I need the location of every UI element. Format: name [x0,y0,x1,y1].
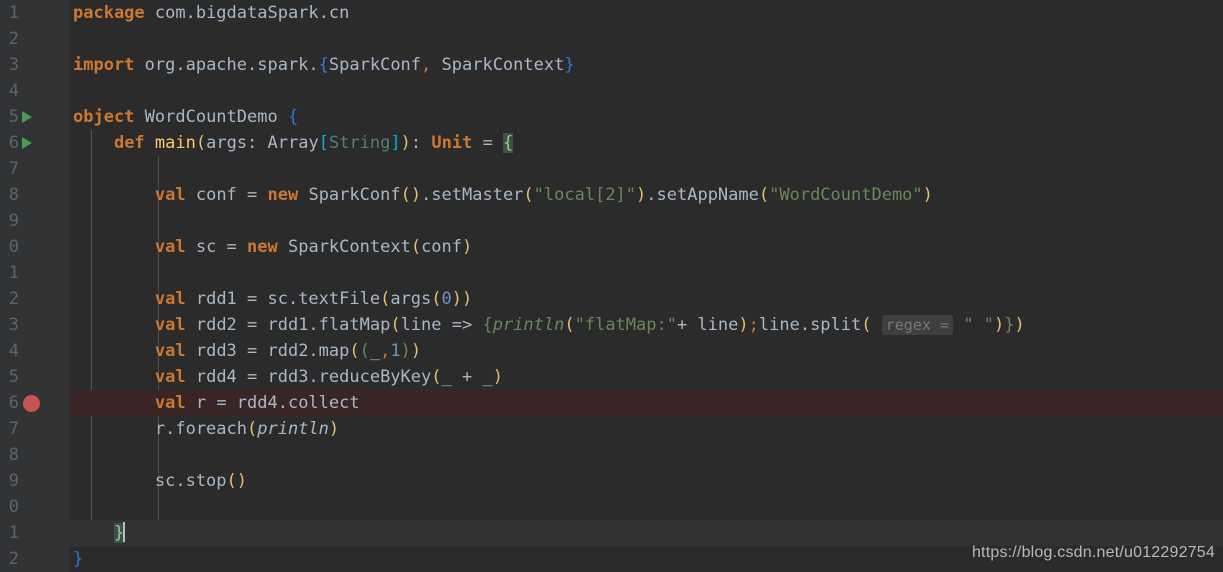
run-arrow-icon[interactable] [22,137,32,149]
line-number: 0 [8,237,19,257]
line-number: 2 [8,29,19,49]
line-number: 7 [8,159,19,179]
code-line[interactable]: val rdd2 = rdd1.flatMap(line => {println… [69,312,1223,338]
code-line[interactable] [69,78,1223,104]
method-name-main: main [154,133,196,153]
line-number: 1 [8,263,19,283]
code-line-breakpoint[interactable]: val r = rdd4.collect [69,390,1223,416]
gutter-row: 5 [0,364,47,390]
gutter-row: 1 [0,260,47,286]
code-line[interactable]: val sc = new SparkContext(conf) [69,234,1223,260]
gutter-row: 1 [0,0,47,26]
line-number: 1 [8,3,19,23]
code-line[interactable]: val rdd3 = rdd2.map((_,1)) [69,338,1223,364]
gutter-row: 0 [0,494,47,520]
matching-brace-highlight: { [503,133,514,153]
line-number: 5 [8,107,19,127]
line-number: 5 [8,367,19,387]
code-line[interactable] [69,26,1223,52]
code-line[interactable]: object WordCountDemo { [69,104,1223,130]
code-line[interactable] [69,494,1223,520]
object-name: WordCountDemo [134,107,288,127]
gutter-row: 6 [0,390,47,416]
keyword-def: def [113,133,145,153]
code-line[interactable] [69,208,1223,234]
line-number: 2 [8,549,19,569]
breakpoint-icon[interactable] [23,395,40,412]
code-line[interactable]: val conf = new SparkConf().setMaster("lo… [69,182,1223,208]
keyword-import: import [73,55,135,75]
gutter-row: 8 [0,442,47,468]
gutter-row: 3 [0,52,47,78]
line-number: 8 [8,445,19,465]
code-line[interactable]: sc.stop() [69,468,1223,494]
gutter-row: 8 [0,182,47,208]
code-line[interactable]: val rdd1 = sc.textFile(args(0)) [69,286,1223,312]
code-line[interactable]: val rdd4 = rdd3.reduceByKey(_ + _) [69,364,1223,390]
gutter-row: 5 [0,104,47,130]
gutter-row: 6 [0,130,47,156]
gutter-row: 9 [0,208,47,234]
gutter-row: 3 [0,312,47,338]
code-line[interactable] [69,442,1223,468]
code-text-area[interactable]: package com.bigdataSpark.cn import org.a… [69,0,1223,572]
gutter-row: 4 [0,338,47,364]
string-literal: "flatMap:" [574,315,677,335]
text-caret [123,522,126,542]
line-number: 4 [8,341,19,361]
string-literal: "WordCountDemo" [769,185,923,205]
gutter-row: 1 [0,520,47,546]
gutter-row: 7 [0,156,47,182]
line-number: 7 [8,419,19,439]
function-println: println [257,419,329,439]
code-line[interactable]: def main(args: Array[String]): Unit = { [69,130,1223,156]
line-number: 8 [8,185,19,205]
line-number: 6 [8,393,19,413]
code-editor-window: 1 2 3 4 5 6 7 8 9 0 1 2 3 4 5 6 7 8 9 0 … [0,0,1223,572]
code-line[interactable]: package com.bigdataSpark.cn [69,0,1223,26]
line-number: 2 [8,289,19,309]
gutter-row: 4 [0,78,47,104]
keyword-object: object [73,107,135,127]
line-number: 4 [8,81,19,101]
code-folding-strip[interactable] [47,0,115,572]
code-line[interactable] [69,260,1223,286]
string-literal: " " [963,315,994,335]
line-number: 1 [8,523,19,543]
line-number: 0 [8,497,19,517]
gutter-row: 7 [0,416,47,442]
code-line[interactable] [69,156,1223,182]
line-number: 6 [8,133,19,153]
line-number: 9 [8,211,19,231]
package-path: com.bigdataSpark.cn [144,3,350,23]
line-number: 9 [8,471,19,491]
line-number: 3 [8,315,19,335]
keyword-package: package [73,3,145,23]
code-line[interactable]: import org.apache.spark.{SparkConf, Spar… [69,52,1223,78]
gutter-row: 2 [0,26,47,52]
watermark-text: https://blog.csdn.net/u012292754 [971,544,1215,561]
code-line[interactable]: r.foreach(println) [69,416,1223,442]
gutter-row: 9 [0,468,47,494]
function-println: println [492,315,565,335]
string-literal: "local[2]" [533,185,637,205]
inline-parameter-hint: regex = [881,315,953,335]
gutter-row: 2 [0,546,47,572]
run-arrow-icon[interactable] [22,111,32,123]
editor-gutter[interactable]: 1 2 3 4 5 6 7 8 9 0 1 2 3 4 5 6 7 8 9 0 … [0,0,47,572]
gutter-row: 2 [0,286,47,312]
gutter-row: 0 [0,234,47,260]
line-number: 3 [8,55,19,75]
